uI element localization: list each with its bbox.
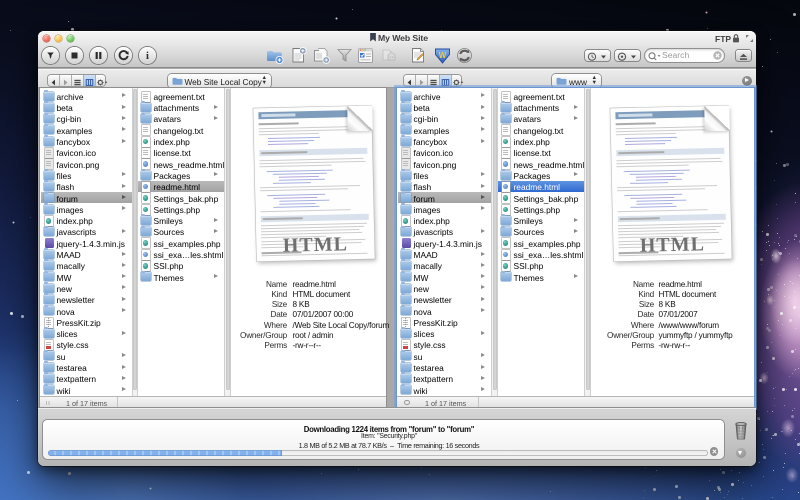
svg-text:i: i bbox=[146, 51, 149, 62]
svg-text:W: W bbox=[438, 51, 446, 60]
